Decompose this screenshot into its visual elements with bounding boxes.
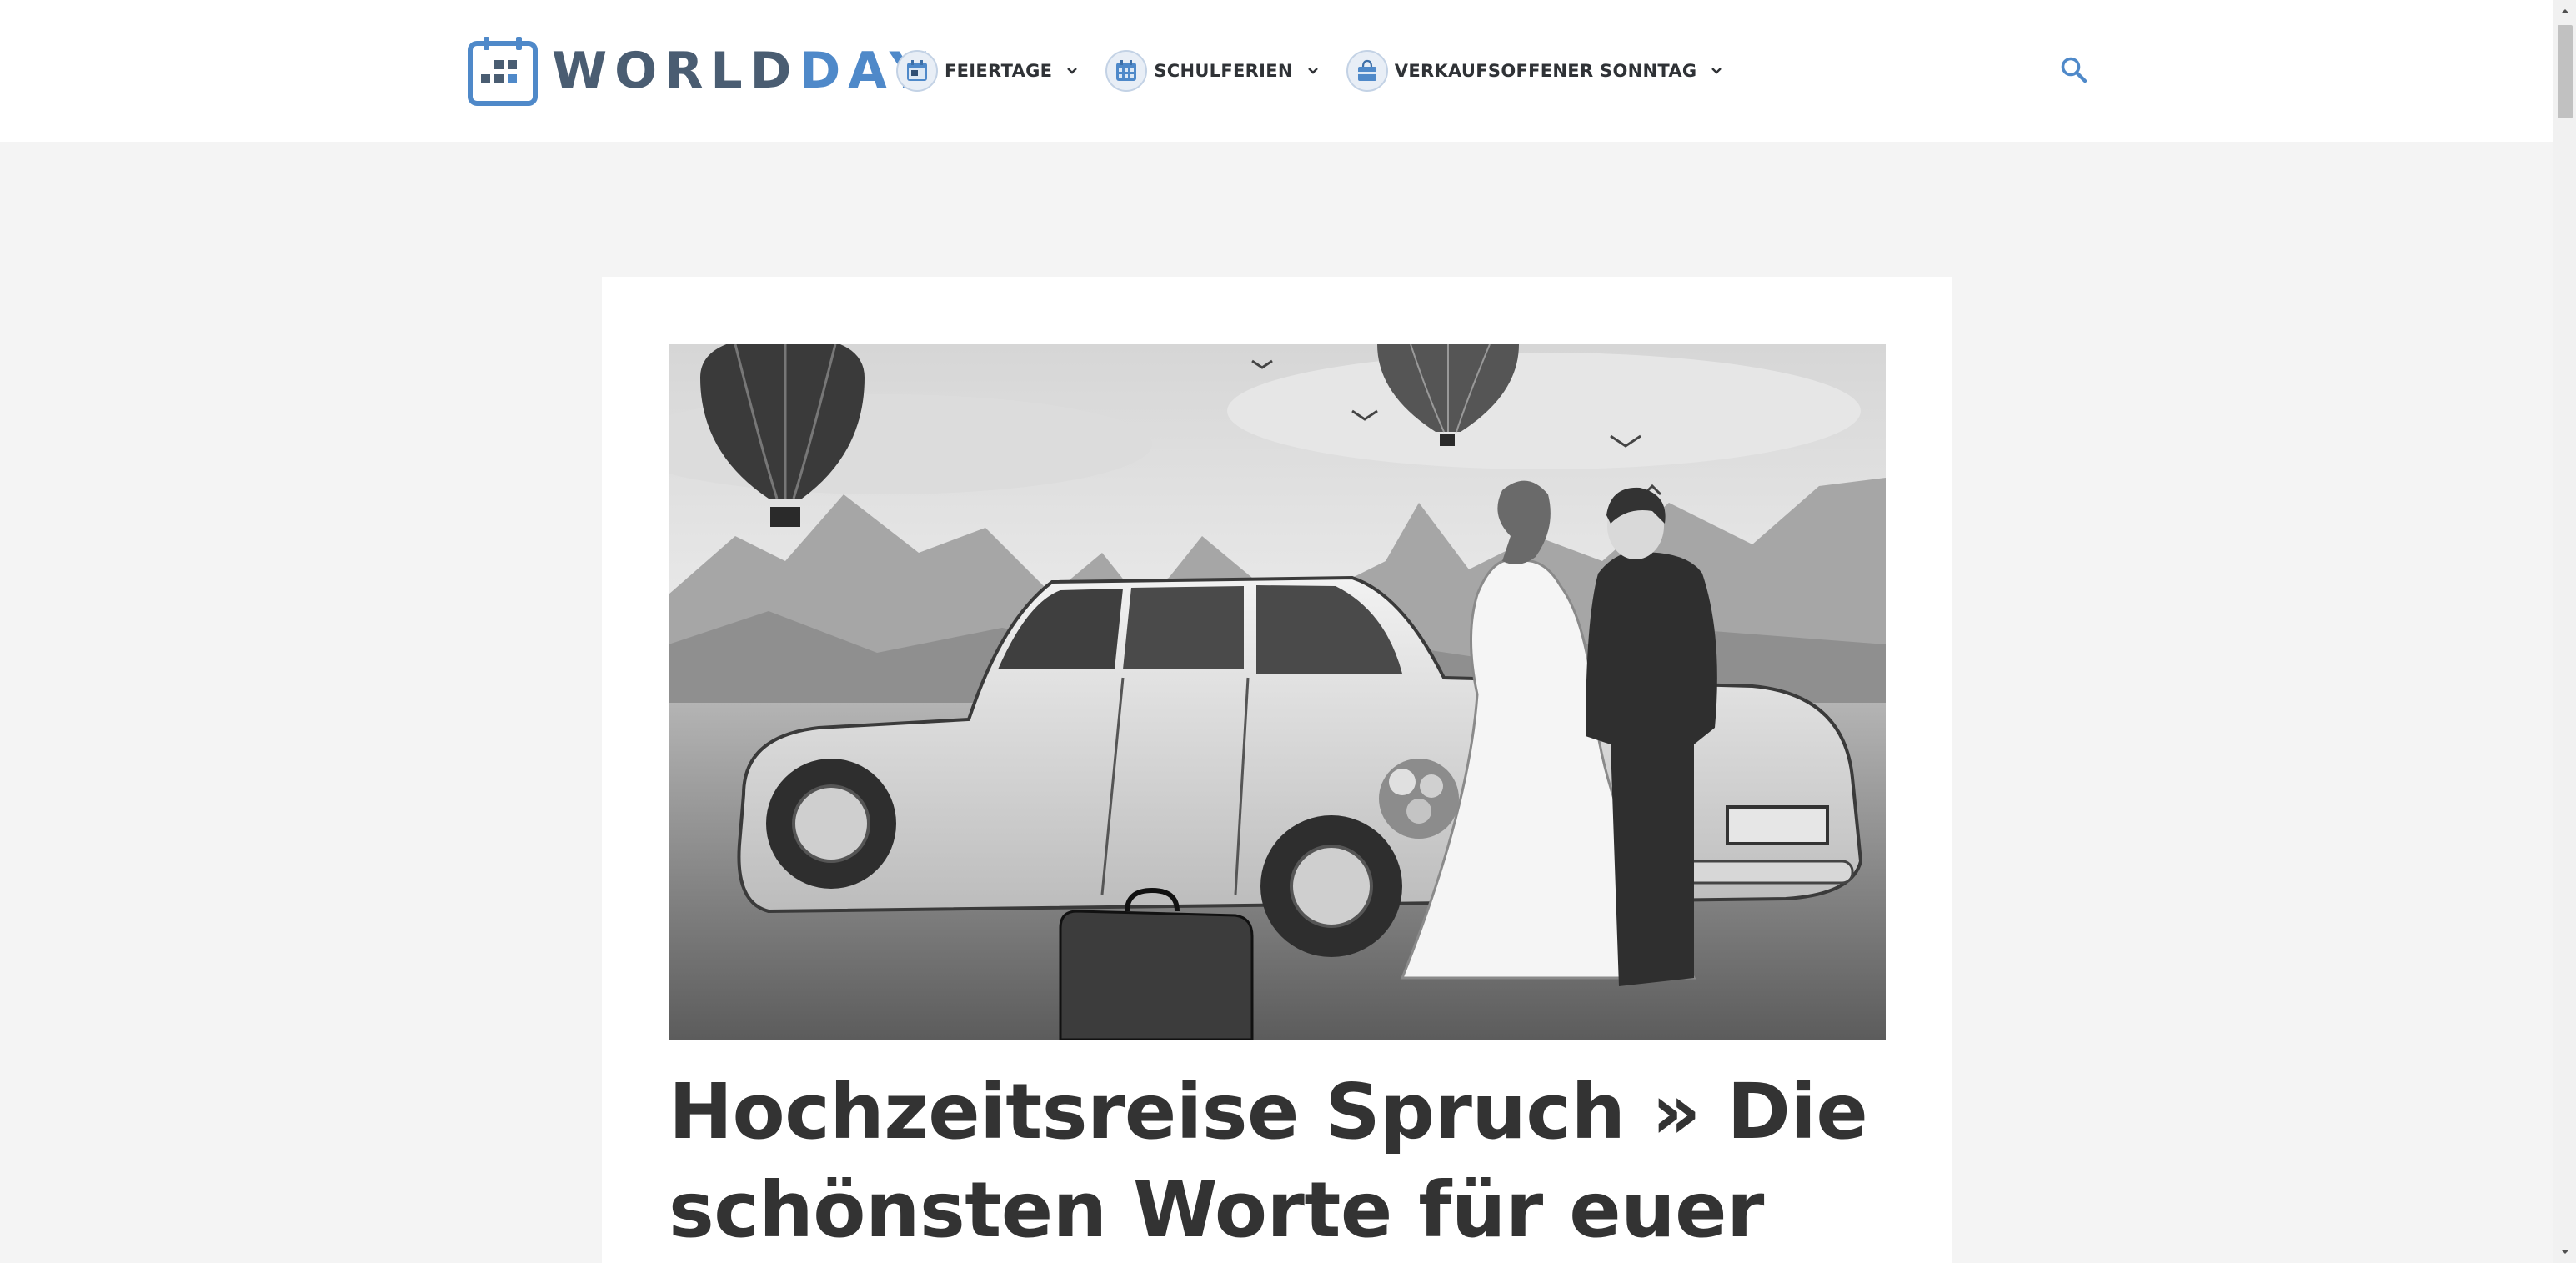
main-navigation: FEIERTAGE SCHULFERIEN VERKAUFSOFFENER SO… — [896, 50, 1750, 92]
nav-item-schulferien[interactable]: SCHULFERIEN — [1105, 50, 1321, 92]
search-icon[interactable] — [2059, 55, 2089, 85]
article-title: Hochzeitsreise Spruch » Die schönsten Wo… — [669, 1067, 1868, 1255]
calendar-day-icon — [896, 50, 938, 92]
article-card: Hochzeitsreise Spruch » Die schönsten Wo… — [602, 277, 1952, 1263]
shopping-bag-icon — [1346, 50, 1388, 92]
chevron-down-icon — [1711, 68, 1722, 74]
site-header: WORLDDAY FEIERTAGE SCHULFERIEN VERKAUFSO… — [0, 0, 2553, 142]
chevron-down-icon — [1307, 68, 1318, 74]
wedding-couple-car-illustration — [669, 344, 1886, 1040]
nav-item-feiertage[interactable]: FEIERTAGE — [896, 50, 1080, 92]
calendar-icon — [468, 37, 538, 106]
nav-label: SCHULFERIEN — [1154, 61, 1293, 81]
chevron-down-icon — [1067, 68, 1078, 74]
logo-wordmark: WORLDDAY — [552, 46, 933, 96]
scroll-up-arrow-icon[interactable] — [2553, 0, 2576, 22]
logo-world-text: WORLD — [552, 42, 799, 100]
scroll-down-arrow-icon[interactable] — [2553, 1241, 2576, 1263]
nav-label: FEIERTAGE — [945, 61, 1053, 81]
page-scrollbar[interactable] — [2553, 0, 2576, 1263]
scrollbar-thumb[interactable] — [2558, 25, 2573, 118]
nav-item-verkaufsoffener-sonntag[interactable]: VERKAUFSOFFENER SONNTAG — [1346, 50, 1726, 92]
featured-image — [669, 344, 1886, 1040]
site-logo[interactable]: WORLDDAY — [467, 35, 933, 107]
nav-label: VERKAUFSOFFENER SONNTAG — [1394, 61, 1697, 81]
calendar-grid-icon — [1105, 50, 1148, 92]
